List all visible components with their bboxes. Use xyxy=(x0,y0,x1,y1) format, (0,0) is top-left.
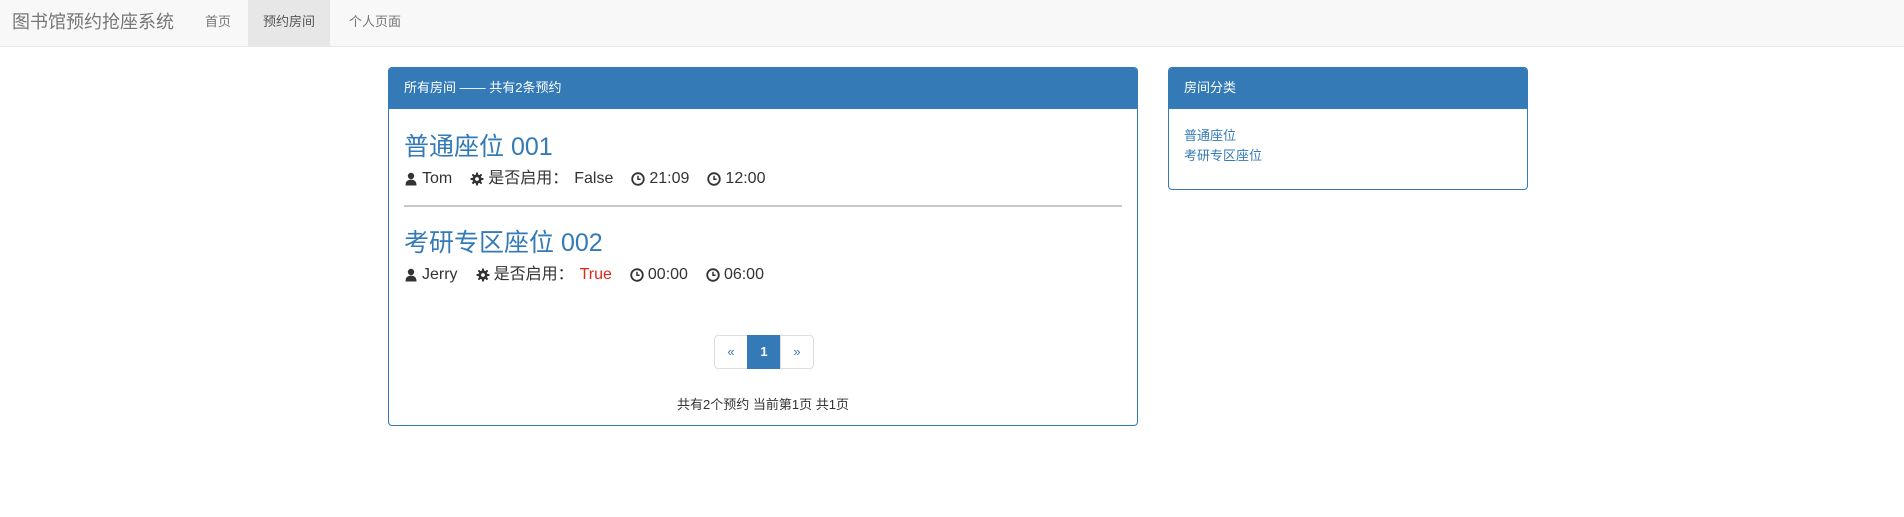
categories-panel: 房间分类 普通座位 考研专区座位 xyxy=(1168,67,1528,190)
room-user-name: Jerry xyxy=(422,266,458,283)
category-link-exam-seat[interactable]: 考研专区座位 xyxy=(1184,146,1262,166)
pagination-prev-button[interactable]: « xyxy=(714,335,748,369)
rooms-panel: 所有房间 —— 共有2条预约 普通座位 001 Tom 是否启用： False … xyxy=(388,67,1138,426)
room-meta: Tom 是否启用： False 21:09 12:00 xyxy=(404,168,1122,190)
clock-icon xyxy=(631,172,646,186)
room-user-name: Tom xyxy=(422,170,453,187)
room-end-time-value: 06:00 xyxy=(723,266,764,283)
room-item: 考研专区座位 002 Jerry 是否启用： True 00:00 06:00 xyxy=(404,228,1122,286)
clock-icon xyxy=(707,172,722,186)
room-start-time-value: 21:09 xyxy=(649,170,690,187)
navbar: 图书馆预约抢座系统 首页 预约房间 个人页面 xyxy=(0,0,1904,47)
room-start-time: 21:09 xyxy=(631,168,689,190)
pagination: « 1 » xyxy=(714,335,814,369)
clock-icon xyxy=(630,268,644,282)
user-icon xyxy=(405,172,417,186)
room-user: Jerry xyxy=(404,264,458,286)
gear-icon xyxy=(470,172,484,186)
room-enabled-label: 是否启用： xyxy=(488,170,569,187)
room-start-time-value: 00:00 xyxy=(647,266,688,283)
brand-title[interactable]: 图书馆预约抢座系统 xyxy=(12,12,174,32)
rooms-panel-heading: 所有房间 —— 共有2条预约 xyxy=(389,68,1137,109)
room-item: 普通座位 001 Tom 是否启用： False 21:09 12:00 xyxy=(404,132,1122,190)
room-end-time-value: 12:00 xyxy=(725,170,766,187)
category-link-normal-seat[interactable]: 普通座位 xyxy=(1184,126,1262,146)
room-title-link[interactable]: 普通座位 001 xyxy=(404,132,1122,164)
pagination-page-1[interactable]: 1 xyxy=(747,335,781,369)
room-enabled-value: True xyxy=(579,266,612,283)
room-end-time: 12:00 xyxy=(707,168,765,190)
nav-item-reserve-room[interactable]: 预约房间 xyxy=(248,0,331,46)
room-start-time: 00:00 xyxy=(630,264,688,286)
pagination-next-button[interactable]: » xyxy=(780,335,814,369)
user-icon xyxy=(405,268,417,282)
clock-icon xyxy=(706,268,720,282)
gear-icon xyxy=(476,268,490,282)
room-user: Tom xyxy=(404,168,452,190)
room-divider xyxy=(404,205,1122,207)
page-info-text: 共有2个预约 当前第1页 共1页 xyxy=(677,397,849,412)
room-title-link[interactable]: 考研专区座位 002 xyxy=(404,228,1122,260)
room-enabled: 是否启用： False xyxy=(470,168,613,190)
room-enabled-label: 是否启用： xyxy=(493,266,574,283)
nav-item-profile[interactable]: 个人页面 xyxy=(334,0,416,46)
room-end-time: 06:00 xyxy=(706,264,764,286)
room-meta: Jerry 是否启用： True 00:00 06:00 xyxy=(404,264,1122,286)
nav-item-home[interactable]: 首页 xyxy=(190,0,246,46)
categories-panel-heading: 房间分类 xyxy=(1169,68,1527,109)
room-enabled-value: False xyxy=(574,170,614,187)
category-list: 普通座位 考研专区座位 xyxy=(1184,126,1262,166)
room-enabled: 是否启用： True xyxy=(476,264,612,286)
